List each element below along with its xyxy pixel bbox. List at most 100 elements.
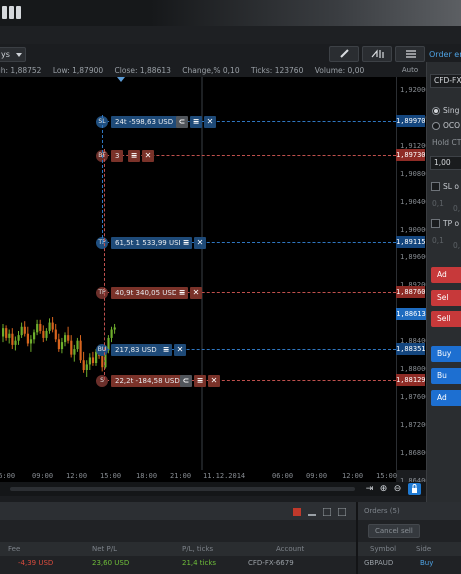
candle-body (45, 330, 48, 338)
order-menu-icon[interactable]: ≡ (128, 150, 140, 162)
cancel-order-icon[interactable]: ✕ (208, 375, 220, 387)
time-tick-label: 15:00 (100, 472, 122, 480)
chart-tools-button[interactable] (362, 46, 392, 62)
panel-divider[interactable] (356, 502, 358, 574)
row-fee: -4,39 USD (18, 559, 54, 567)
oco-order-radio[interactable] (432, 122, 440, 130)
price-chart[interactable] (0, 77, 396, 470)
sl-label: SL o (443, 182, 459, 191)
candle-body (11, 333, 14, 345)
sl-value-2[interactable]: 0,1 (453, 204, 461, 213)
order-entry-panel: CFD-FX- Sing OCO Hold CTR 1,00 SL o 0,1 … (426, 62, 461, 502)
order-entry-title: Order en (429, 50, 461, 59)
close-icon[interactable] (293, 508, 301, 516)
cancel-sell-button[interactable]: Cancel sell (368, 524, 420, 538)
time-axis[interactable]: 06:00 09:00 12:00 15:00 18:00 21:00 11.12.2014… (0, 470, 398, 482)
row-pl-ticks: 21,4 ticks (182, 559, 217, 567)
candle-body (79, 340, 82, 361)
cancel-order-icon[interactable]: ✕ (194, 237, 206, 249)
auto-scale-toggle[interactable]: Auto (398, 66, 422, 76)
order-line-label[interactable]: 22,2t -184,58 USD (111, 375, 184, 387)
candle-body (29, 339, 33, 344)
trailing-stop-icon[interactable]: ⊂ (176, 116, 188, 128)
order-menu-icon[interactable]: ≡ (190, 116, 202, 128)
minimize-icon[interactable] (308, 508, 316, 516)
order-price-tag: 1,88129 (396, 374, 426, 386)
candle-body (36, 323, 39, 333)
cancel-order-icon[interactable]: ✕ (204, 116, 216, 128)
order-price-tag: 1,88351 (396, 343, 426, 355)
buy-button[interactable]: Buy (431, 346, 461, 362)
add-sell-button[interactable]: Ad (431, 267, 461, 283)
scroll-end-icon[interactable]: ⇥ (364, 484, 375, 495)
order-line-label[interactable]: 40,9t 340,05 USD (111, 287, 182, 299)
tp-value-2[interactable]: 0,1 (453, 241, 461, 250)
info-ticks: Ticks: 123760 (250, 66, 304, 75)
cancel-order-icon[interactable]: ✕ (190, 287, 202, 299)
symbol-select[interactable]: CFD-FX- (430, 74, 461, 88)
row-net-pl: 23,60 USD (92, 559, 130, 567)
draw-tool-button[interactable] (329, 46, 359, 62)
candle-body (64, 335, 67, 343)
tp-value[interactable]: 0,1 (432, 236, 444, 245)
info-volume: Volume: 0,00 (314, 66, 365, 75)
quantity-field[interactable]: 1,00 (430, 156, 461, 170)
restore-icon[interactable] (338, 508, 346, 516)
lock-icon[interactable] (408, 483, 421, 495)
col-pl-ticks: P/L, ticks (182, 545, 214, 553)
single-order-radio[interactable] (432, 107, 440, 115)
candle-body (57, 339, 60, 350)
maximize-icon[interactable] (323, 508, 331, 516)
price-axis[interactable]: 1,920001,916001,912001,908001,904001,900… (396, 77, 430, 513)
app-logo-icon (2, 6, 26, 22)
candle-body (20, 326, 23, 336)
order-menu-icon[interactable]: ≡ (160, 344, 172, 356)
pencil-icon (340, 49, 349, 58)
order-menu-icon[interactable]: ≡ (176, 287, 188, 299)
period-dropdown[interactable]: ys (0, 47, 26, 62)
zoom-in-icon[interactable]: ⊕ (378, 484, 389, 495)
sl-value[interactable]: 0,1 (432, 199, 444, 208)
horizontal-scrollbar[interactable] (10, 487, 355, 491)
candle-body (33, 332, 36, 340)
order-menu-icon[interactable]: ≡ (180, 237, 192, 249)
row-side: Buy (420, 559, 434, 567)
sell-market-button[interactable]: Sell (431, 311, 461, 327)
positions-area: Orders (5) Cancel sell Fee Net P/L P/L, … (0, 502, 461, 574)
candle-body (42, 330, 45, 338)
buy-market-button[interactable]: Bu (431, 368, 461, 384)
current-price-tag: 1,88613 (396, 308, 426, 320)
order-menu-button[interactable] (395, 46, 425, 62)
chart-canvas (2, 77, 203, 470)
tp-checkbox[interactable] (431, 219, 440, 228)
title-gradient (150, 0, 461, 26)
time-tick-label: 15:00 (376, 472, 398, 480)
order-line-label[interactable]: 24t -598,63 USD (111, 116, 178, 128)
sl-checkbox[interactable] (431, 182, 440, 191)
tp-label: TP o (443, 219, 460, 228)
candle-body (17, 335, 20, 341)
time-tick-label: 12:00 (342, 472, 364, 480)
sell-button[interactable]: Sel (431, 290, 461, 306)
order-price-tag: 1,89730 (396, 149, 426, 161)
indicator-icon (371, 49, 384, 58)
row-symbol: GBPAUD (364, 559, 394, 567)
order-menu-icon[interactable]: ≡ (194, 375, 206, 387)
order-line-label[interactable]: 61,5t 1 533,99 USD (111, 237, 188, 249)
candle-body (60, 342, 64, 350)
time-tick-label: 21:00 (170, 472, 192, 480)
cancel-order-icon[interactable]: ✕ (174, 344, 186, 356)
candle-body (2, 328, 5, 337)
candle-body (82, 360, 85, 370)
time-tick-label: 09:00 (32, 472, 54, 480)
cancel-order-icon[interactable]: ✕ (142, 150, 154, 162)
zoom-out-icon[interactable]: ⊖ (392, 484, 403, 495)
info-close: Close: 1,88613 (114, 66, 171, 75)
info-high: gh: 1,88752 (0, 66, 42, 75)
order-line-label[interactable]: 217,83 USD (111, 344, 161, 356)
order-line-label[interactable]: 3 (111, 150, 124, 162)
trailing-stop-icon[interactable]: ⊂ (180, 375, 192, 387)
add-buy-button[interactable]: Ad (431, 390, 461, 406)
candle-body (70, 340, 73, 355)
candle-body (5, 328, 8, 338)
